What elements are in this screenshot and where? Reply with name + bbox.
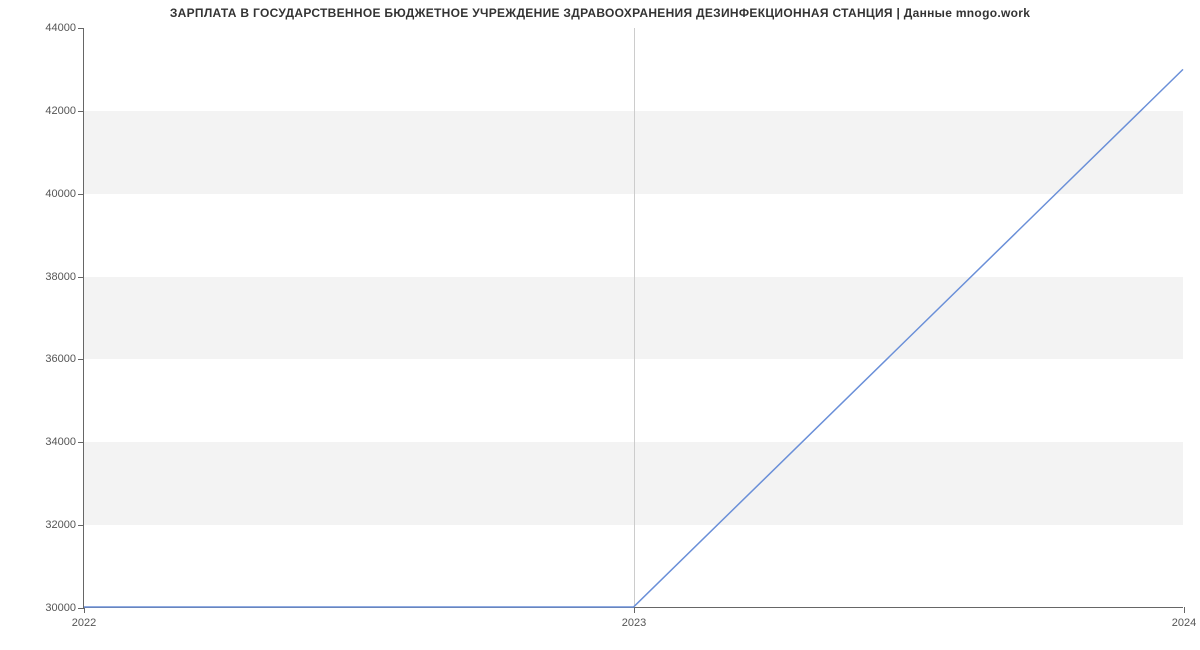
y-tick-label: 38000 [36,271,76,283]
y-tick-label: 42000 [36,105,76,117]
chart-title: ЗАРПЛАТА В ГОСУДАРСТВЕННОЕ БЮДЖЕТНОЕ УЧР… [0,6,1200,20]
data-line [84,69,1183,607]
line-layer [84,28,1183,607]
x-tick-label: 2024 [1172,617,1196,629]
y-tick-label: 34000 [36,436,76,448]
y-tick-label: 36000 [36,353,76,365]
x-tick-label: 2022 [72,617,96,629]
x-tick [1184,607,1185,613]
y-tick-label: 30000 [36,602,76,614]
x-tick [634,607,635,613]
y-tick-label: 40000 [36,188,76,200]
x-tick [84,607,85,613]
plot-area: 30000 32000 34000 36000 38000 40000 4200… [83,28,1183,608]
x-tick-label: 2023 [622,617,646,629]
y-tick-label: 44000 [36,22,76,34]
y-tick-label: 32000 [36,519,76,531]
